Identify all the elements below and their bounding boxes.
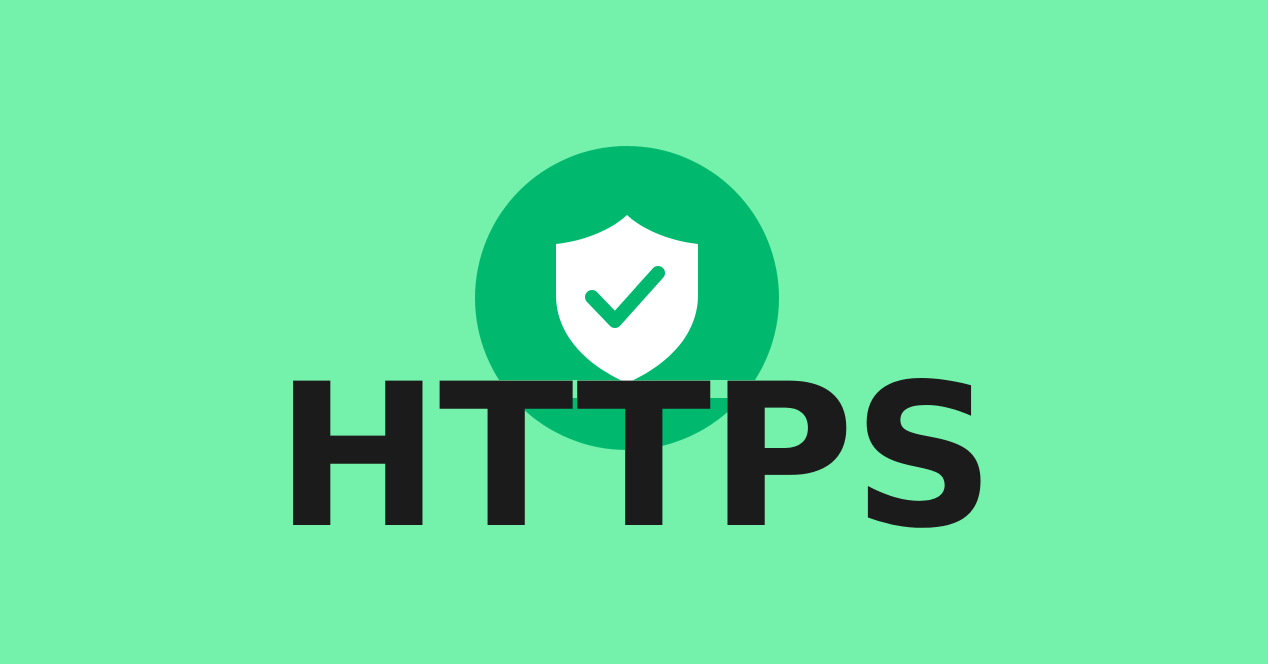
banner-canvas: HTTPS: [0, 0, 1268, 664]
https-wordmark: HTTPS: [274, 341, 995, 572]
